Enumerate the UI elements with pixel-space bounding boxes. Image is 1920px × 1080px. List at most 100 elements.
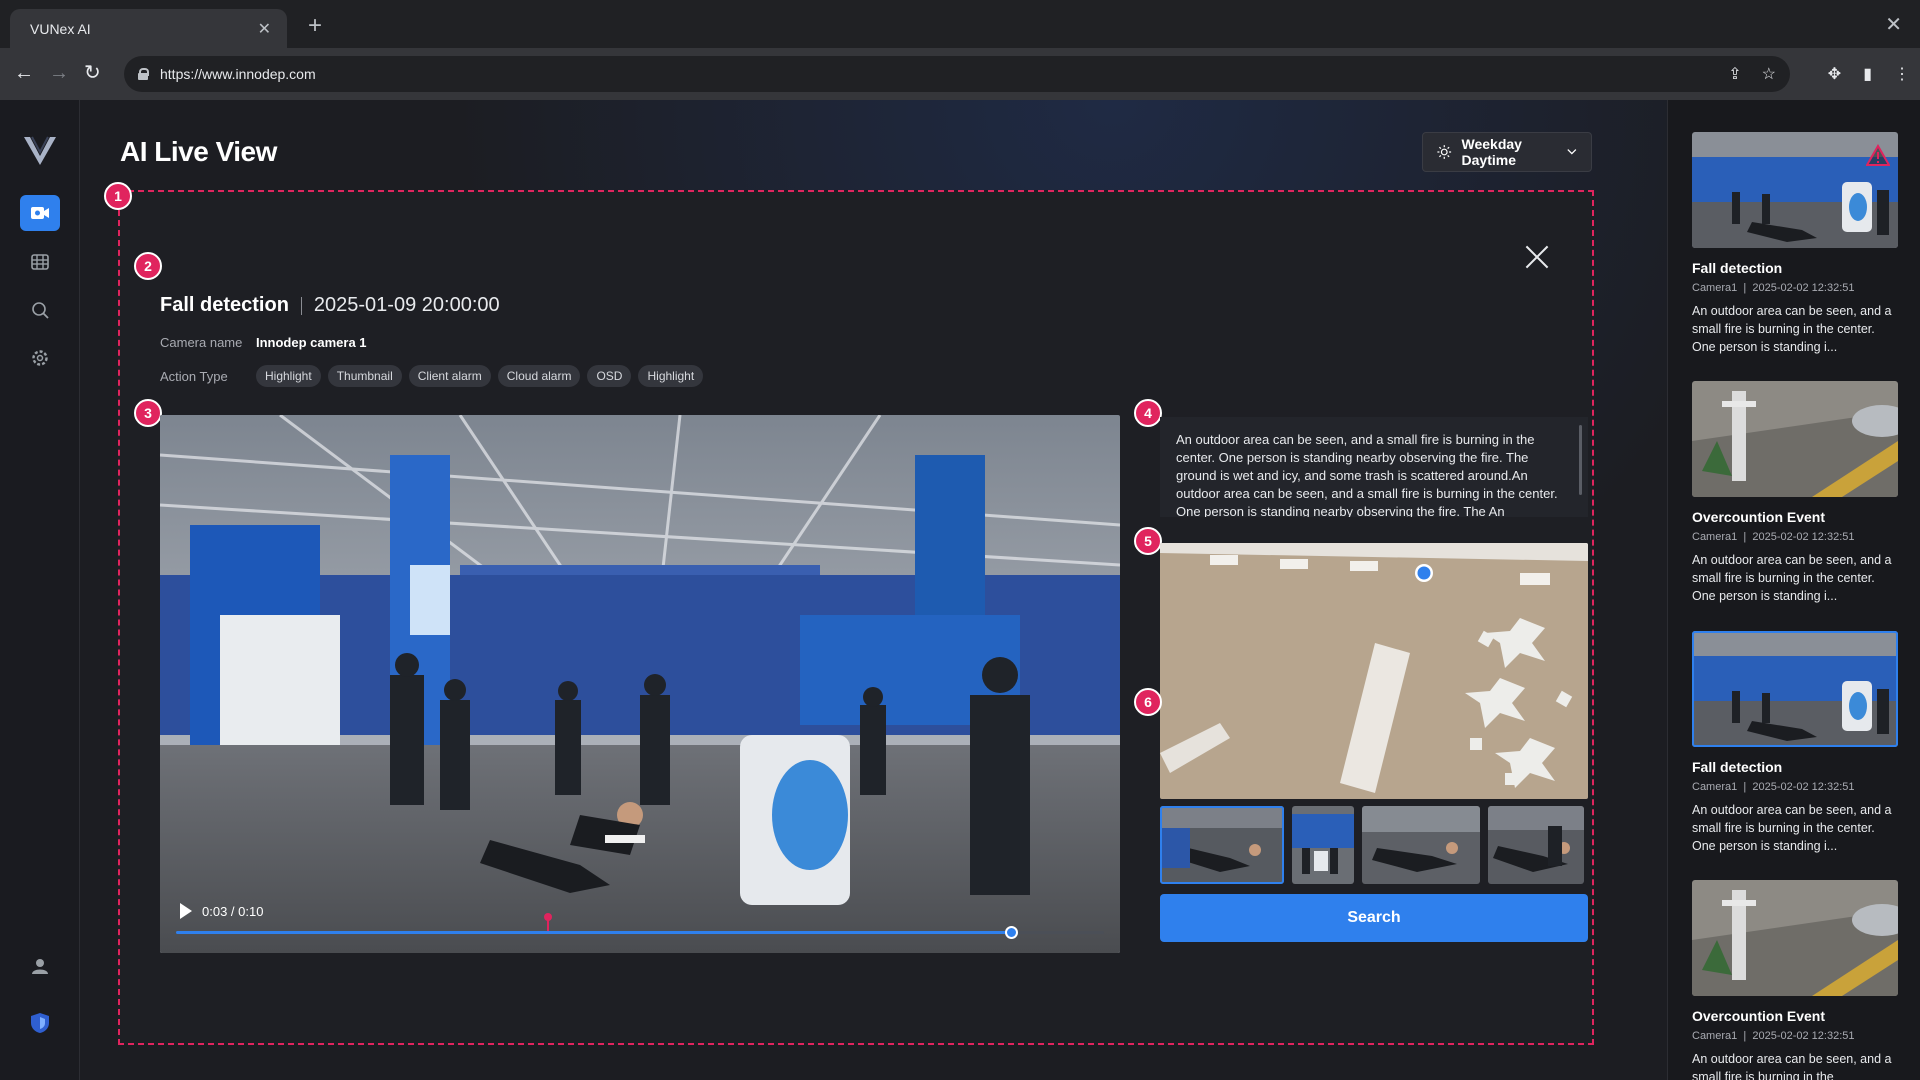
nav-live-view[interactable] [20, 195, 60, 231]
action-type-row: Action Type Highlight Thumbnail Client a… [160, 365, 710, 387]
close-icon[interactable] [1522, 242, 1552, 272]
event-card-text: An outdoor area can be seen, and a small… [1692, 1052, 1892, 1080]
event-card-text: An outdoor area can be seen, and a small… [1692, 553, 1892, 603]
event-marker[interactable] [544, 913, 553, 931]
app: AI Live View Weekday Daytime 1 2 Fall de… [0, 100, 1920, 1080]
video-progress-bar[interactable] [176, 913, 1104, 939]
floor-plan-image [1160, 543, 1588, 799]
browser-tab[interactable]: VUNex AI ✕ [10, 9, 287, 48]
action-chip: Highlight [256, 365, 321, 387]
share-icon[interactable]: ⇪ [1728, 64, 1741, 84]
event-datetime: 2025-01-09 20:00:00 [313, 294, 500, 316]
annotation-badge: 4 [1134, 399, 1162, 427]
action-chip: Highlight [638, 365, 704, 387]
back-icon[interactable]: ← [14, 63, 34, 83]
new-tab-icon[interactable]: + [308, 14, 322, 38]
action-chip: Thumbnail [327, 365, 402, 387]
floor-map[interactable] [1160, 543, 1588, 799]
nav-user[interactable] [20, 948, 60, 984]
event-card[interactable]: Fall detection Camera1 | 2025-02-02 12:3… [1692, 631, 1898, 855]
video-frame [160, 415, 1120, 953]
tab-close-icon[interactable]: ✕ [258, 19, 271, 39]
event-card[interactable]: Overcountion Event Camera1 | 2025-02-02 … [1692, 381, 1898, 605]
event-card-title: Fall detection [1692, 260, 1783, 276]
event-card-title: Overcountion Event [1692, 509, 1826, 525]
nav-shield[interactable] [20, 1005, 60, 1041]
annotation-badge: 5 [1134, 527, 1162, 555]
browser-toolbar: ← → ↻ https://www.innodep.com ⇪ ☆ ✥ ▮ ⋮ [0, 48, 1920, 100]
annotation-badge: 2 [134, 252, 162, 280]
lock-icon [138, 68, 149, 80]
event-name: Fall detection [160, 294, 289, 316]
bookmark-star-icon[interactable]: ☆ [1762, 64, 1776, 84]
alert-icon [1866, 144, 1890, 166]
snapshot-thumbnail[interactable] [1292, 806, 1354, 884]
tab-title: VUNex AI [30, 20, 91, 37]
video-timecode: 0:03 / 0:10 [202, 903, 264, 919]
gear-icon [32, 350, 48, 366]
annotation-badge: 3 [134, 399, 162, 427]
play-icon[interactable] [180, 903, 192, 919]
camera-row: Camera name Innodep camera 1 [160, 335, 367, 350]
description-scrollbar[interactable] [1579, 425, 1582, 495]
snapshot-strip [1160, 806, 1584, 884]
sidebar [0, 100, 80, 1080]
film-icon [31, 254, 49, 270]
search-history-icon [32, 302, 49, 319]
page-title: AI Live View [120, 136, 277, 167]
snapshot-thumbnail[interactable] [1362, 806, 1480, 884]
event-card-title: Overcountion Event [1692, 1008, 1826, 1024]
logo-icon [24, 136, 56, 165]
event-thumbnail[interactable] [1692, 880, 1898, 996]
event-card-meta: Camera1 | 2025-02-02 12:32:51 [1692, 531, 1855, 543]
sun-icon [1437, 145, 1452, 159]
event-list: Fall detection Camera1 | 2025-02-02 12:3… [1667, 100, 1920, 1080]
nav-settings[interactable] [20, 340, 60, 376]
camera-label: Camera name [160, 335, 243, 350]
event-thumbnail[interactable] [1692, 381, 1898, 497]
action-type-label: Action Type [160, 368, 228, 384]
extensions-icon[interactable]: ✥ [1828, 64, 1841, 84]
annotation-badge: 6 [1134, 688, 1162, 716]
event-card-text: An outdoor area can be seen, and a small… [1692, 304, 1892, 354]
search-button[interactable]: Search [1160, 894, 1588, 942]
chevron-down-icon [1567, 149, 1577, 155]
event-card-meta: Camera1 | 2025-02-02 12:32:51 [1692, 1030, 1855, 1042]
browser-menu-icon[interactable]: ⋮ [1894, 64, 1910, 84]
event-card[interactable]: Fall detection Camera1 | 2025-02-02 12:3… [1692, 132, 1898, 356]
event-thumbnail[interactable] [1692, 132, 1898, 248]
camera-value: Innodep camera 1 [256, 335, 367, 350]
action-chip: Cloud alarm [497, 365, 581, 387]
event-card-meta: Camera1 | 2025-02-02 12:32:51 [1692, 282, 1855, 294]
event-thumbnail[interactable] [1692, 631, 1898, 747]
address-bar[interactable]: https://www.innodep.com ⇪ ☆ [124, 56, 1790, 92]
nav-search[interactable] [20, 292, 60, 328]
forward-icon[interactable]: → [49, 63, 69, 83]
nav-playback[interactable] [20, 244, 60, 280]
title-divider [300, 296, 302, 315]
video-player[interactable]: 0:03 / 0:10 [160, 415, 1120, 953]
annotation-badge: 1 [104, 182, 132, 210]
camera-icon [31, 207, 49, 219]
shield-icon [31, 1013, 49, 1033]
snapshot-thumbnail[interactable] [1160, 806, 1284, 884]
event-description[interactable]: An outdoor area can be seen, and a small… [1160, 417, 1588, 517]
description-text: An outdoor area can be seen, and a small… [1176, 432, 1558, 517]
snapshot-thumbnail[interactable] [1488, 806, 1584, 884]
schedule-label: Weekday Daytime [1461, 136, 1522, 168]
video-controls: 0:03 / 0:10 [180, 903, 263, 919]
event-card-title: Fall detection [1692, 759, 1783, 775]
event-card[interactable]: Overcountion Event Camera1 | 2025-02-02 … [1692, 880, 1898, 1080]
side-panel-icon[interactable]: ▮ [1863, 64, 1872, 84]
event-title: Fall detection 2025-01-09 20:00:00 [160, 294, 500, 317]
window-close-icon[interactable]: ✕ [1885, 12, 1902, 37]
action-chip: Client alarm [408, 365, 491, 387]
action-chip: OSD [587, 365, 632, 387]
url-text[interactable]: https://www.innodep.com [160, 66, 316, 82]
reload-icon[interactable]: ↻ [84, 63, 101, 83]
event-card-meta: Camera1 | 2025-02-02 12:32:51 [1692, 781, 1855, 793]
user-icon [32, 959, 48, 974]
main-content: AI Live View Weekday Daytime 1 2 Fall de… [80, 100, 1667, 1080]
schedule-dropdown[interactable]: Weekday Daytime [1422, 132, 1592, 172]
event-detail-panel: 1 2 Fall detection 2025-01-09 20:00:00 C… [104, 182, 1594, 1045]
